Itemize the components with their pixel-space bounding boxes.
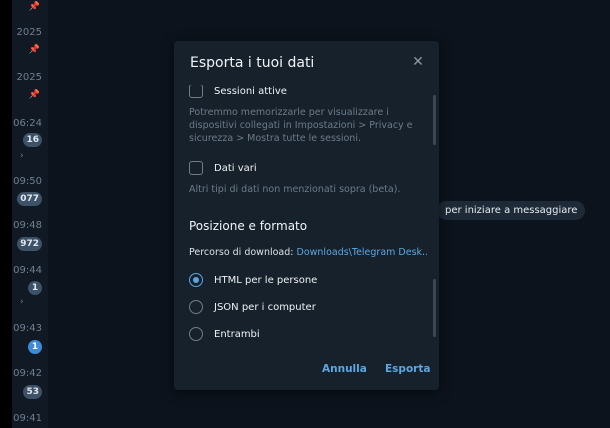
unread-badge: 1 [28,281,42,295]
unread-badge: 16 [23,133,42,147]
download-path-row: Percorso di download: Downloads\Telegram… [189,247,427,258]
chat-time: 09:50 [13,176,42,187]
chat-time: 09:42 [13,368,42,379]
radio-label: Entrambi [214,328,260,340]
format-option-html[interactable]: HTML per le persone [189,272,317,288]
radio-label: HTML per le persone [214,274,318,286]
dialog-title: Esporta i tuoi dati [190,55,315,71]
chat-time: 2025 [16,72,42,83]
sessions-description: Potremmo memorizzarle per visualizzare i… [189,107,413,144]
export-dialog: Esporta i tuoi dati ✕ Sessioni attive Po… [174,41,439,390]
radio-label: JSON per i computer [214,301,316,313]
radio-both[interactable] [189,327,203,341]
export-button[interactable]: Esporta [385,363,430,375]
chat-time: 09:44 [13,265,42,276]
misc-description: Altri tipi di dati non menzionati sopra … [189,184,401,195]
chat-time: 09:48 [13,220,42,231]
unread-badge: 972 [17,237,42,251]
chat-time: 06:24 [13,118,42,129]
chevron-icon: › [20,297,24,307]
misc-label: Dati vari [214,162,257,174]
chat-time: 09:43 [13,323,42,334]
unread-badge: 53 [23,385,42,399]
chat-list[interactable]: 📌 2025 📌 2025 📌 06:24 16 › 09:50 077 09:… [12,0,48,428]
pin-icon: 📌 [28,45,40,55]
radio-json[interactable] [189,300,203,314]
pin-icon: 📌 [28,90,40,100]
scrollbar-thumb[interactable] [433,279,436,337]
chevron-icon: › [20,151,24,161]
sessions-checkbox[interactable] [189,85,203,98]
misc-checkbox[interactable] [189,161,203,175]
unread-badge: 077 [17,192,42,206]
sessions-checkbox-row[interactable]: Sessioni attive [189,85,287,99]
pin-icon: 📌 [28,2,40,12]
unread-badge: 1 [28,340,42,354]
radio-html[interactable] [189,273,203,287]
location-format-title: Posizione e formato [189,219,308,233]
download-path-link[interactable]: Downloads\Telegram Desk... [297,247,427,258]
download-path-label: Percorso di download: [189,247,294,258]
format-option-json[interactable]: JSON per i computer [189,299,316,315]
close-icon[interactable]: ✕ [411,55,425,69]
misc-checkbox-row[interactable]: Dati vari [189,160,257,176]
empty-chat-hint: per iniziare a messaggiare [437,201,586,220]
chat-time: 2025 [16,27,42,38]
window-edge [0,0,12,428]
format-option-both[interactable]: Entrambi [189,326,260,342]
cancel-button[interactable]: Annulla [322,363,367,375]
dialog-body[interactable]: Sessioni attive Potremmo memorizzarle pe… [174,85,439,347]
scrollbar-track-top[interactable] [433,95,436,145]
sessions-label: Sessioni attive [214,85,287,97]
chat-time: 09:41 [13,413,42,424]
